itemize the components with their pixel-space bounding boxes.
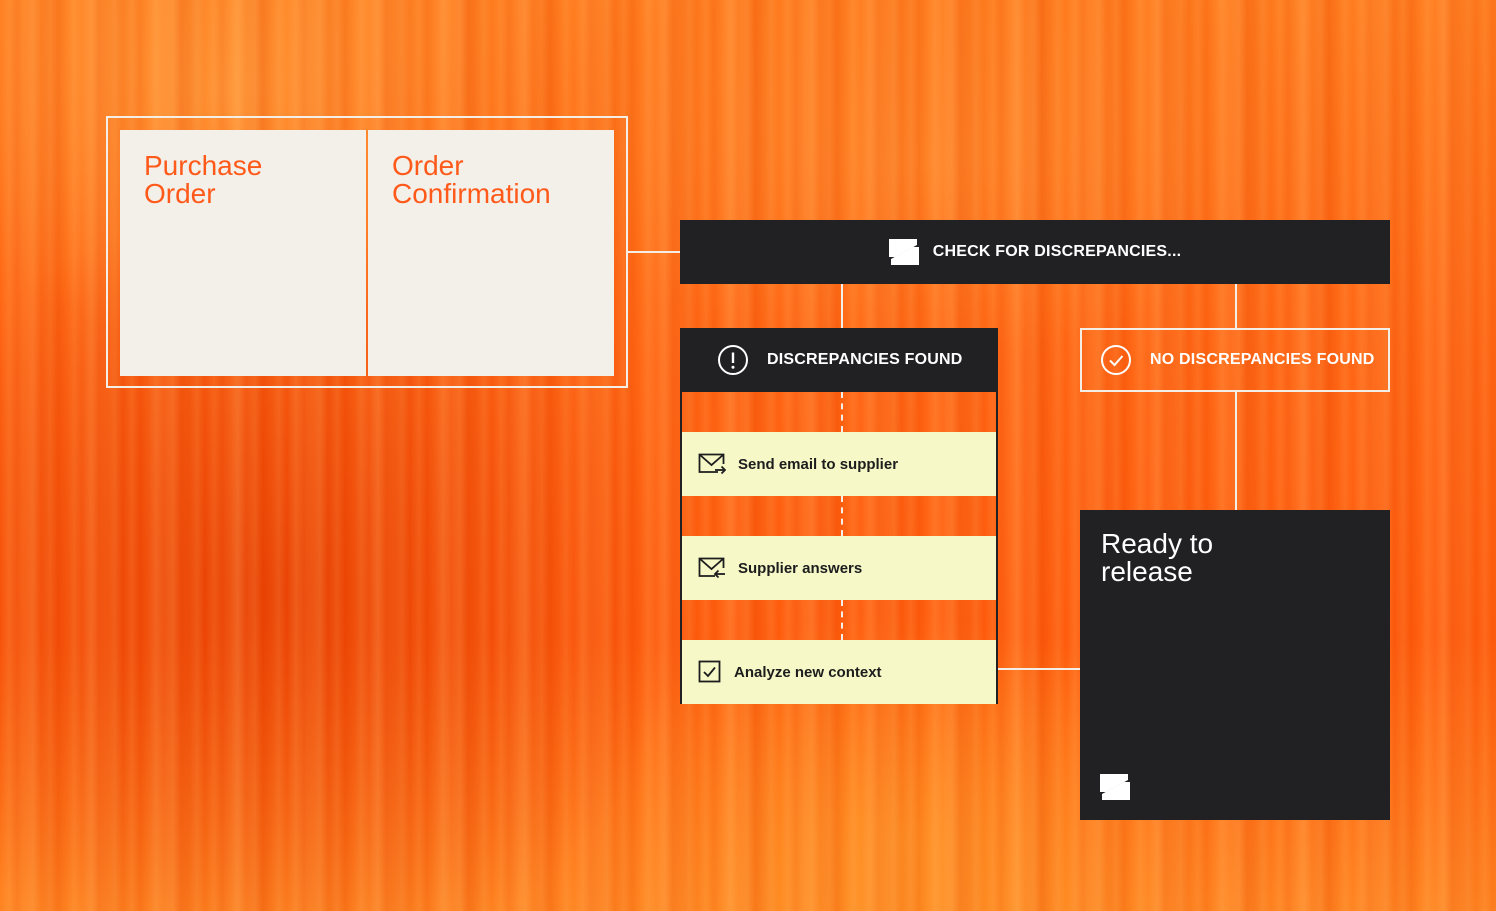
connector-check-to-found [841, 284, 843, 328]
connector-notfound-to-ready [1235, 392, 1237, 510]
no-discrepancies-label: NO DISCREPANCIES FOUND [1150, 351, 1375, 368]
check-label: CHECK FOR DISCREPANCIES... [932, 243, 1182, 260]
step-label: Send email to supplier [738, 455, 899, 473]
logo-icon [1100, 774, 1130, 800]
mail-reply-icon [698, 557, 726, 579]
ready-to-release-label: Ready to release [1101, 528, 1214, 587]
exclamation-circle-icon [717, 344, 749, 376]
purchase-order-card: Purchase Order [120, 130, 366, 376]
discrepancies-found-header: DISCREPANCIES FOUND [680, 328, 998, 392]
step-label: Analyze new context [734, 663, 882, 681]
connector-docs-to-check [628, 251, 680, 253]
logo-icon [888, 239, 919, 265]
connector-check-to-notfound [1235, 284, 1237, 328]
checkbox-icon [698, 660, 722, 684]
check-circle-icon [1100, 344, 1132, 376]
no-discrepancies-found-box: NO DISCREPANCIES FOUND [1080, 328, 1390, 392]
connector-analyze-to-ready [998, 668, 1080, 670]
check-discrepancies-bar: CHECK FOR DISCREPANCIES... [680, 220, 1390, 284]
order-confirmation-card: Order Confirmation [368, 130, 614, 376]
discrepancies-found-label: DISCREPANCIES FOUND [767, 351, 963, 368]
step-label: Supplier answers [738, 559, 863, 577]
mail-send-icon [698, 453, 726, 475]
step-analyze-context: Analyze new context [682, 640, 996, 704]
ready-to-release-card: Ready to release [1080, 510, 1390, 820]
step-send-email: Send email to supplier [682, 432, 996, 496]
step-supplier-answers: Supplier answers [682, 536, 996, 600]
